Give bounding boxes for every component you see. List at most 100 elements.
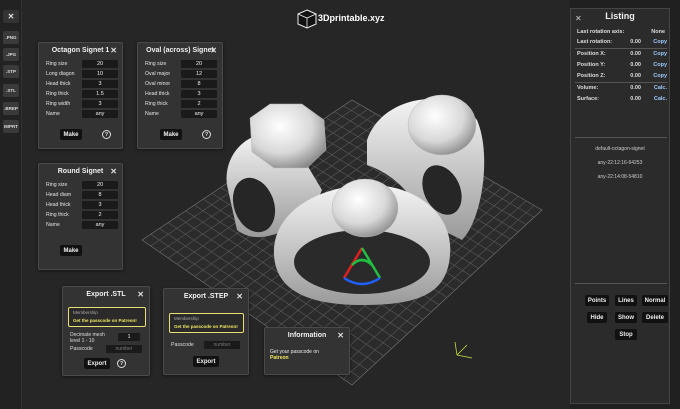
row-label: Position Y: bbox=[577, 62, 606, 68]
surface-row: Surface: 0.00 Calc. bbox=[577, 96, 669, 102]
show-button[interactable]: Show bbox=[615, 312, 637, 323]
param-label: Ring thick bbox=[46, 91, 69, 97]
close-icon[interactable]: ✕ bbox=[110, 167, 117, 176]
points-button[interactable]: Points bbox=[585, 295, 609, 306]
param-label: Name bbox=[145, 111, 159, 117]
param-row: Ring thick 2 bbox=[46, 211, 118, 219]
param-label: Ring width bbox=[46, 101, 71, 107]
listing-panel: ✕ Listing Last rotation axis: None Last … bbox=[570, 8, 670, 404]
param-row: Ring size 20 bbox=[46, 181, 118, 189]
listing-item[interactable]: default-octagon-signet bbox=[571, 146, 669, 152]
param-input[interactable]: any bbox=[181, 110, 217, 118]
copy-button[interactable]: Copy bbox=[641, 51, 667, 57]
export-stl-button[interactable]: .STL bbox=[3, 84, 19, 97]
help-icon[interactable]: ? bbox=[117, 359, 126, 368]
make-button[interactable]: Make bbox=[160, 129, 182, 140]
param-input[interactable]: 3 bbox=[82, 80, 118, 88]
make-button[interactable]: Make bbox=[60, 129, 82, 140]
export-step-panel: Export .STEP ✕ Membership Get the passco… bbox=[163, 288, 249, 375]
row-label: Position X: bbox=[577, 51, 606, 57]
last-rotation-axis-row: Last rotation axis: None bbox=[577, 29, 669, 35]
stop-button[interactable]: Stop bbox=[615, 329, 637, 340]
param-input[interactable]: 2 bbox=[82, 211, 118, 219]
octagon-signet-panel: Octagon Signet 1 ✕ Ring size 20 Long diag… bbox=[38, 42, 123, 149]
param-input[interactable]: 20 bbox=[181, 60, 217, 68]
param-input[interactable]: 20 bbox=[82, 181, 118, 189]
export-button[interactable]: Export bbox=[193, 356, 219, 367]
patreon-message[interactable]: Get the passcode on Patreon! bbox=[174, 324, 238, 329]
hide-button[interactable]: Hide bbox=[587, 312, 607, 323]
param-label: Name bbox=[46, 222, 60, 228]
param-input[interactable]: 3 bbox=[181, 90, 217, 98]
help-icon[interactable]: ? bbox=[102, 130, 111, 139]
export-stl-panel: Export .STL ✕ Membership Get the passcod… bbox=[62, 286, 150, 376]
make-button[interactable]: Make bbox=[60, 245, 82, 256]
close-icon[interactable]: ✕ bbox=[236, 292, 243, 301]
param-input[interactable]: 12 bbox=[181, 70, 217, 78]
param-label: Oval major bbox=[145, 71, 171, 77]
param-input[interactable]: 2 bbox=[181, 100, 217, 108]
export-brep-button[interactable]: .BREP bbox=[3, 102, 19, 115]
membership-label: Membership bbox=[174, 316, 199, 321]
passcode-input[interactable]: number bbox=[106, 345, 142, 353]
membership-label: Membership bbox=[73, 310, 98, 315]
left-toolbar: ✕ .PNG .JPG .STP .STL .BREP IMPRT bbox=[0, 0, 22, 409]
close-icon[interactable]: ✕ bbox=[3, 10, 19, 23]
passcode-label: Passcode bbox=[171, 342, 194, 348]
close-icon[interactable]: ✕ bbox=[210, 46, 217, 55]
calc-button[interactable]: Calc. bbox=[641, 85, 667, 91]
export-png-button[interactable]: .PNG bbox=[3, 31, 19, 44]
param-input[interactable]: any bbox=[82, 110, 118, 118]
help-icon[interactable]: ? bbox=[202, 130, 211, 139]
row-label: Surface: bbox=[577, 96, 600, 102]
export-jpg-button[interactable]: .JPG bbox=[3, 48, 19, 61]
divider bbox=[575, 137, 667, 138]
close-icon[interactable]: ✕ bbox=[337, 331, 344, 340]
param-row: Ring thick 1.5 bbox=[46, 90, 118, 98]
patreon-message[interactable]: Get the passcode on Patreon! bbox=[73, 318, 137, 323]
close-icon[interactable]: ✕ bbox=[110, 46, 117, 55]
close-icon[interactable]: ✕ bbox=[137, 290, 144, 299]
patreon-link[interactable]: Patreon bbox=[270, 355, 289, 361]
param-label: Head diam bbox=[46, 192, 72, 198]
param-row: Name any bbox=[46, 221, 118, 229]
decimate-input[interactable]: 1 bbox=[118, 333, 140, 341]
row-value: 0.00 bbox=[630, 39, 641, 45]
row-label: Position Z: bbox=[577, 73, 606, 79]
param-input[interactable]: 3 bbox=[82, 100, 118, 108]
copy-button[interactable]: Copy bbox=[641, 62, 667, 68]
normal-button[interactable]: Normal bbox=[642, 295, 668, 306]
row-label: Volume: bbox=[577, 85, 599, 91]
import-button[interactable]: IMPRT bbox=[3, 120, 19, 133]
lines-button[interactable]: Lines bbox=[615, 295, 637, 306]
export-stp-button[interactable]: .STP bbox=[3, 65, 19, 78]
param-row: Head thick 3 bbox=[145, 90, 217, 98]
listing-item[interactable]: any-22:14:08-54810 bbox=[571, 174, 669, 180]
param-label: Ring thick bbox=[145, 101, 168, 107]
param-row: Ring width 3 bbox=[46, 100, 118, 108]
calc-button[interactable]: Calc. bbox=[641, 96, 667, 102]
last-rotation-row: Last rotation: 0.00 Copy bbox=[577, 39, 669, 45]
delete-button[interactable]: Delete bbox=[642, 312, 668, 323]
row-value: 0.00 bbox=[630, 62, 641, 68]
param-input[interactable]: 3 bbox=[82, 201, 118, 209]
divider bbox=[575, 48, 667, 49]
decimate-label: Decimate mesh level 1 - 10 bbox=[70, 332, 105, 344]
export-button[interactable]: Export bbox=[84, 358, 110, 369]
passcode-input[interactable]: number bbox=[204, 341, 240, 349]
param-label: Ring size bbox=[145, 61, 167, 67]
param-row: Ring size 20 bbox=[46, 60, 118, 68]
param-input[interactable]: 8 bbox=[181, 80, 217, 88]
copy-button[interactable]: Copy bbox=[641, 73, 667, 79]
param-label: Ring size bbox=[46, 182, 68, 188]
param-input[interactable]: 20 bbox=[82, 60, 118, 68]
listing-item[interactable]: any-22:12:16-64253 bbox=[571, 160, 669, 166]
param-input[interactable]: any bbox=[82, 221, 118, 229]
copy-button[interactable]: Copy bbox=[641, 39, 667, 45]
logo-cube-icon bbox=[297, 9, 317, 29]
param-input[interactable]: 1.5 bbox=[82, 90, 118, 98]
param-input[interactable]: 10 bbox=[82, 70, 118, 78]
param-input[interactable]: 8 bbox=[82, 191, 118, 199]
round-signet-panel: Round Signet ✕ Ring size 20 Head diam 8 He… bbox=[38, 163, 123, 270]
membership-box: Membership Get the passcode on Patreon! bbox=[169, 313, 244, 333]
